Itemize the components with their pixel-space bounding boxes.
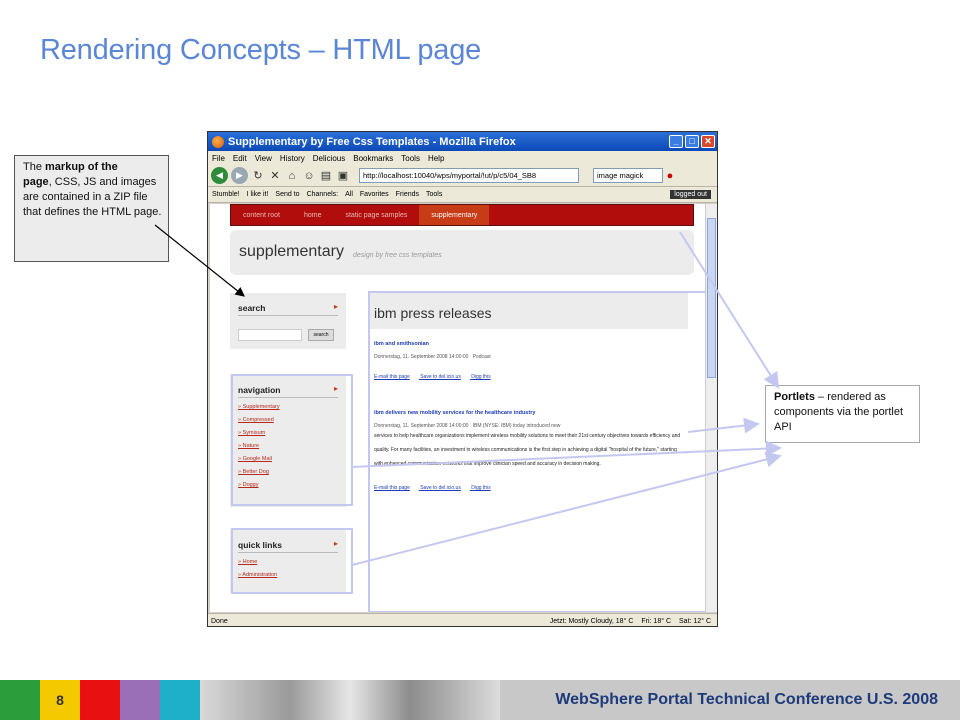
- portlet-arrow: [679, 231, 780, 389]
- footer-block: [120, 680, 160, 720]
- conference-name: WebSphere Portal Technical Conference U.…: [555, 691, 938, 708]
- portlet-arrow: [687, 417, 760, 434]
- portlet-arrow: [351, 440, 782, 468]
- slide-footer: 8 WebSphere Portal Technical Conference …: [0, 680, 960, 720]
- footer-block: [80, 680, 120, 720]
- footer-block: [0, 680, 40, 720]
- page-number: 8: [40, 680, 80, 720]
- footer-block: [160, 680, 200, 720]
- connector-arrows: [154, 224, 782, 566]
- markup-arrow: [154, 224, 245, 297]
- portlet-arrow: [351, 451, 782, 566]
- footer-image-strip: [200, 680, 500, 720]
